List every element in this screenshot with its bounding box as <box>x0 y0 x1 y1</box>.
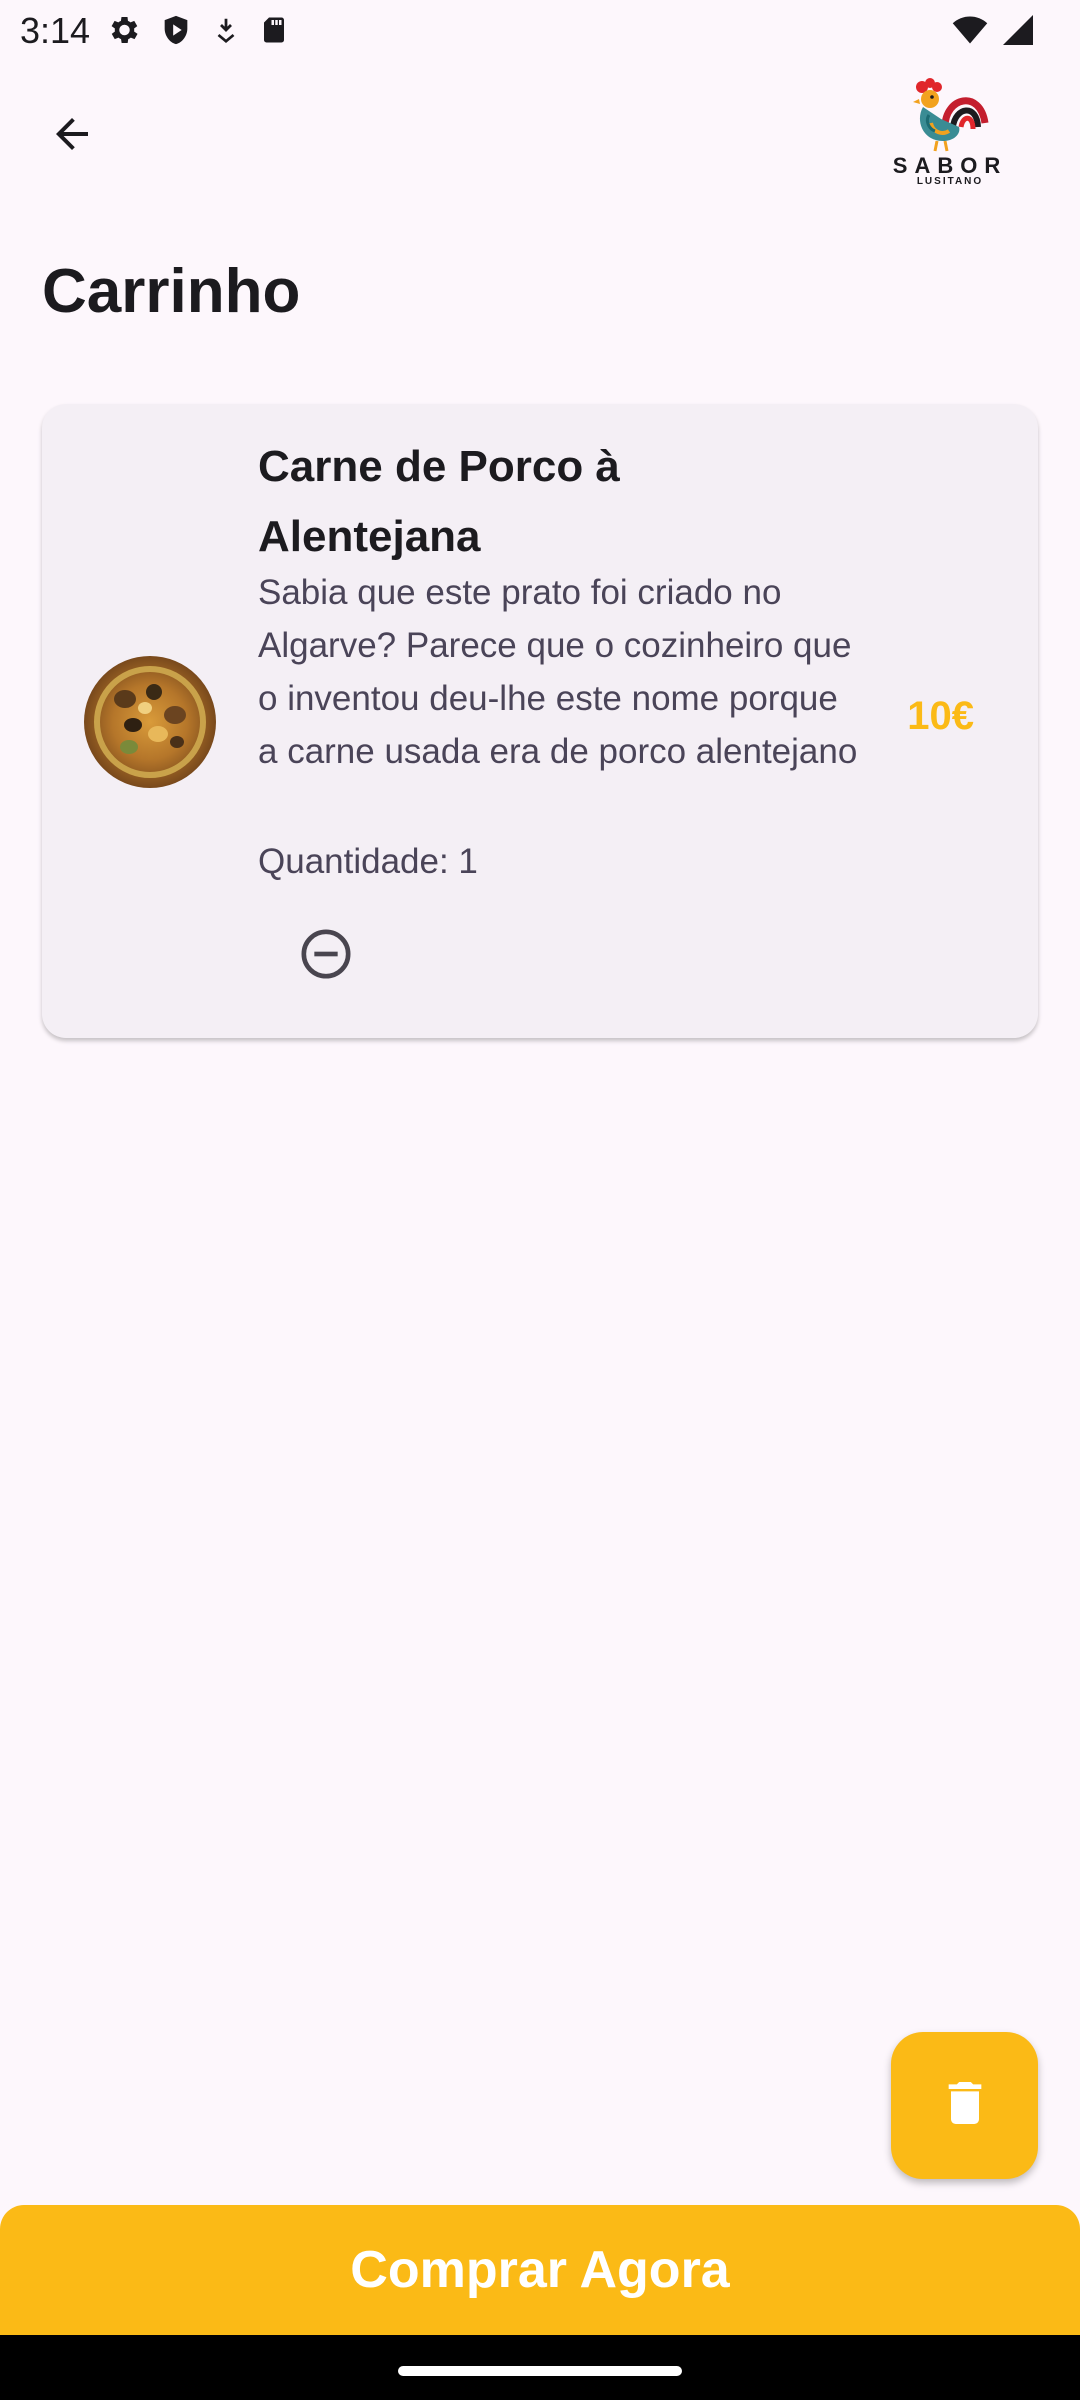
status-bar: 3:14 <box>0 0 1080 64</box>
shield-icon <box>159 12 193 48</box>
clear-cart-button[interactable] <box>891 2032 1038 2179</box>
decrease-quantity-button[interactable] <box>290 920 362 992</box>
navigation-bar <box>0 2335 1080 2400</box>
cart-item-card[interactable]: Carne de Porco à Alentejana Sabia que es… <box>42 404 1038 1038</box>
status-icons-left <box>105 12 289 48</box>
status-icons-right <box>950 12 1036 53</box>
home-gesture-handle[interactable] <box>398 2366 682 2376</box>
wifi-icon <box>950 12 990 53</box>
sabor-lusitano-logo: SABOR LUSITANO <box>885 75 1015 190</box>
item-price: 10€ <box>907 694 974 738</box>
logo-subtitle: LUSITANO <box>916 176 984 187</box>
remove-circle-icon <box>298 926 354 987</box>
item-quantity: Quantidade: 1 <box>258 842 478 881</box>
status-time: 3:14 <box>20 10 91 51</box>
item-description: Sabia que este prato foi criado no Algar… <box>258 573 858 771</box>
sd-card-icon <box>259 12 289 48</box>
download-icon <box>211 12 241 48</box>
item-title: Carne de Porco à Alentejana <box>258 442 620 561</box>
trash-icon <box>937 2075 993 2136</box>
rooster-icon <box>913 78 989 152</box>
dish-image <box>84 656 216 788</box>
arrow-back-icon <box>48 110 96 163</box>
cart-screen: 3:14 SABOR LUSITANO Carrinho Carne de Po… <box>0 0 1080 2400</box>
gear-icon <box>105 12 141 48</box>
signal-icon <box>1000 12 1036 53</box>
buy-now-button[interactable]: Comprar Agora <box>0 2205 1080 2335</box>
page-title: Carrinho <box>42 257 301 326</box>
back-button[interactable] <box>36 100 108 172</box>
